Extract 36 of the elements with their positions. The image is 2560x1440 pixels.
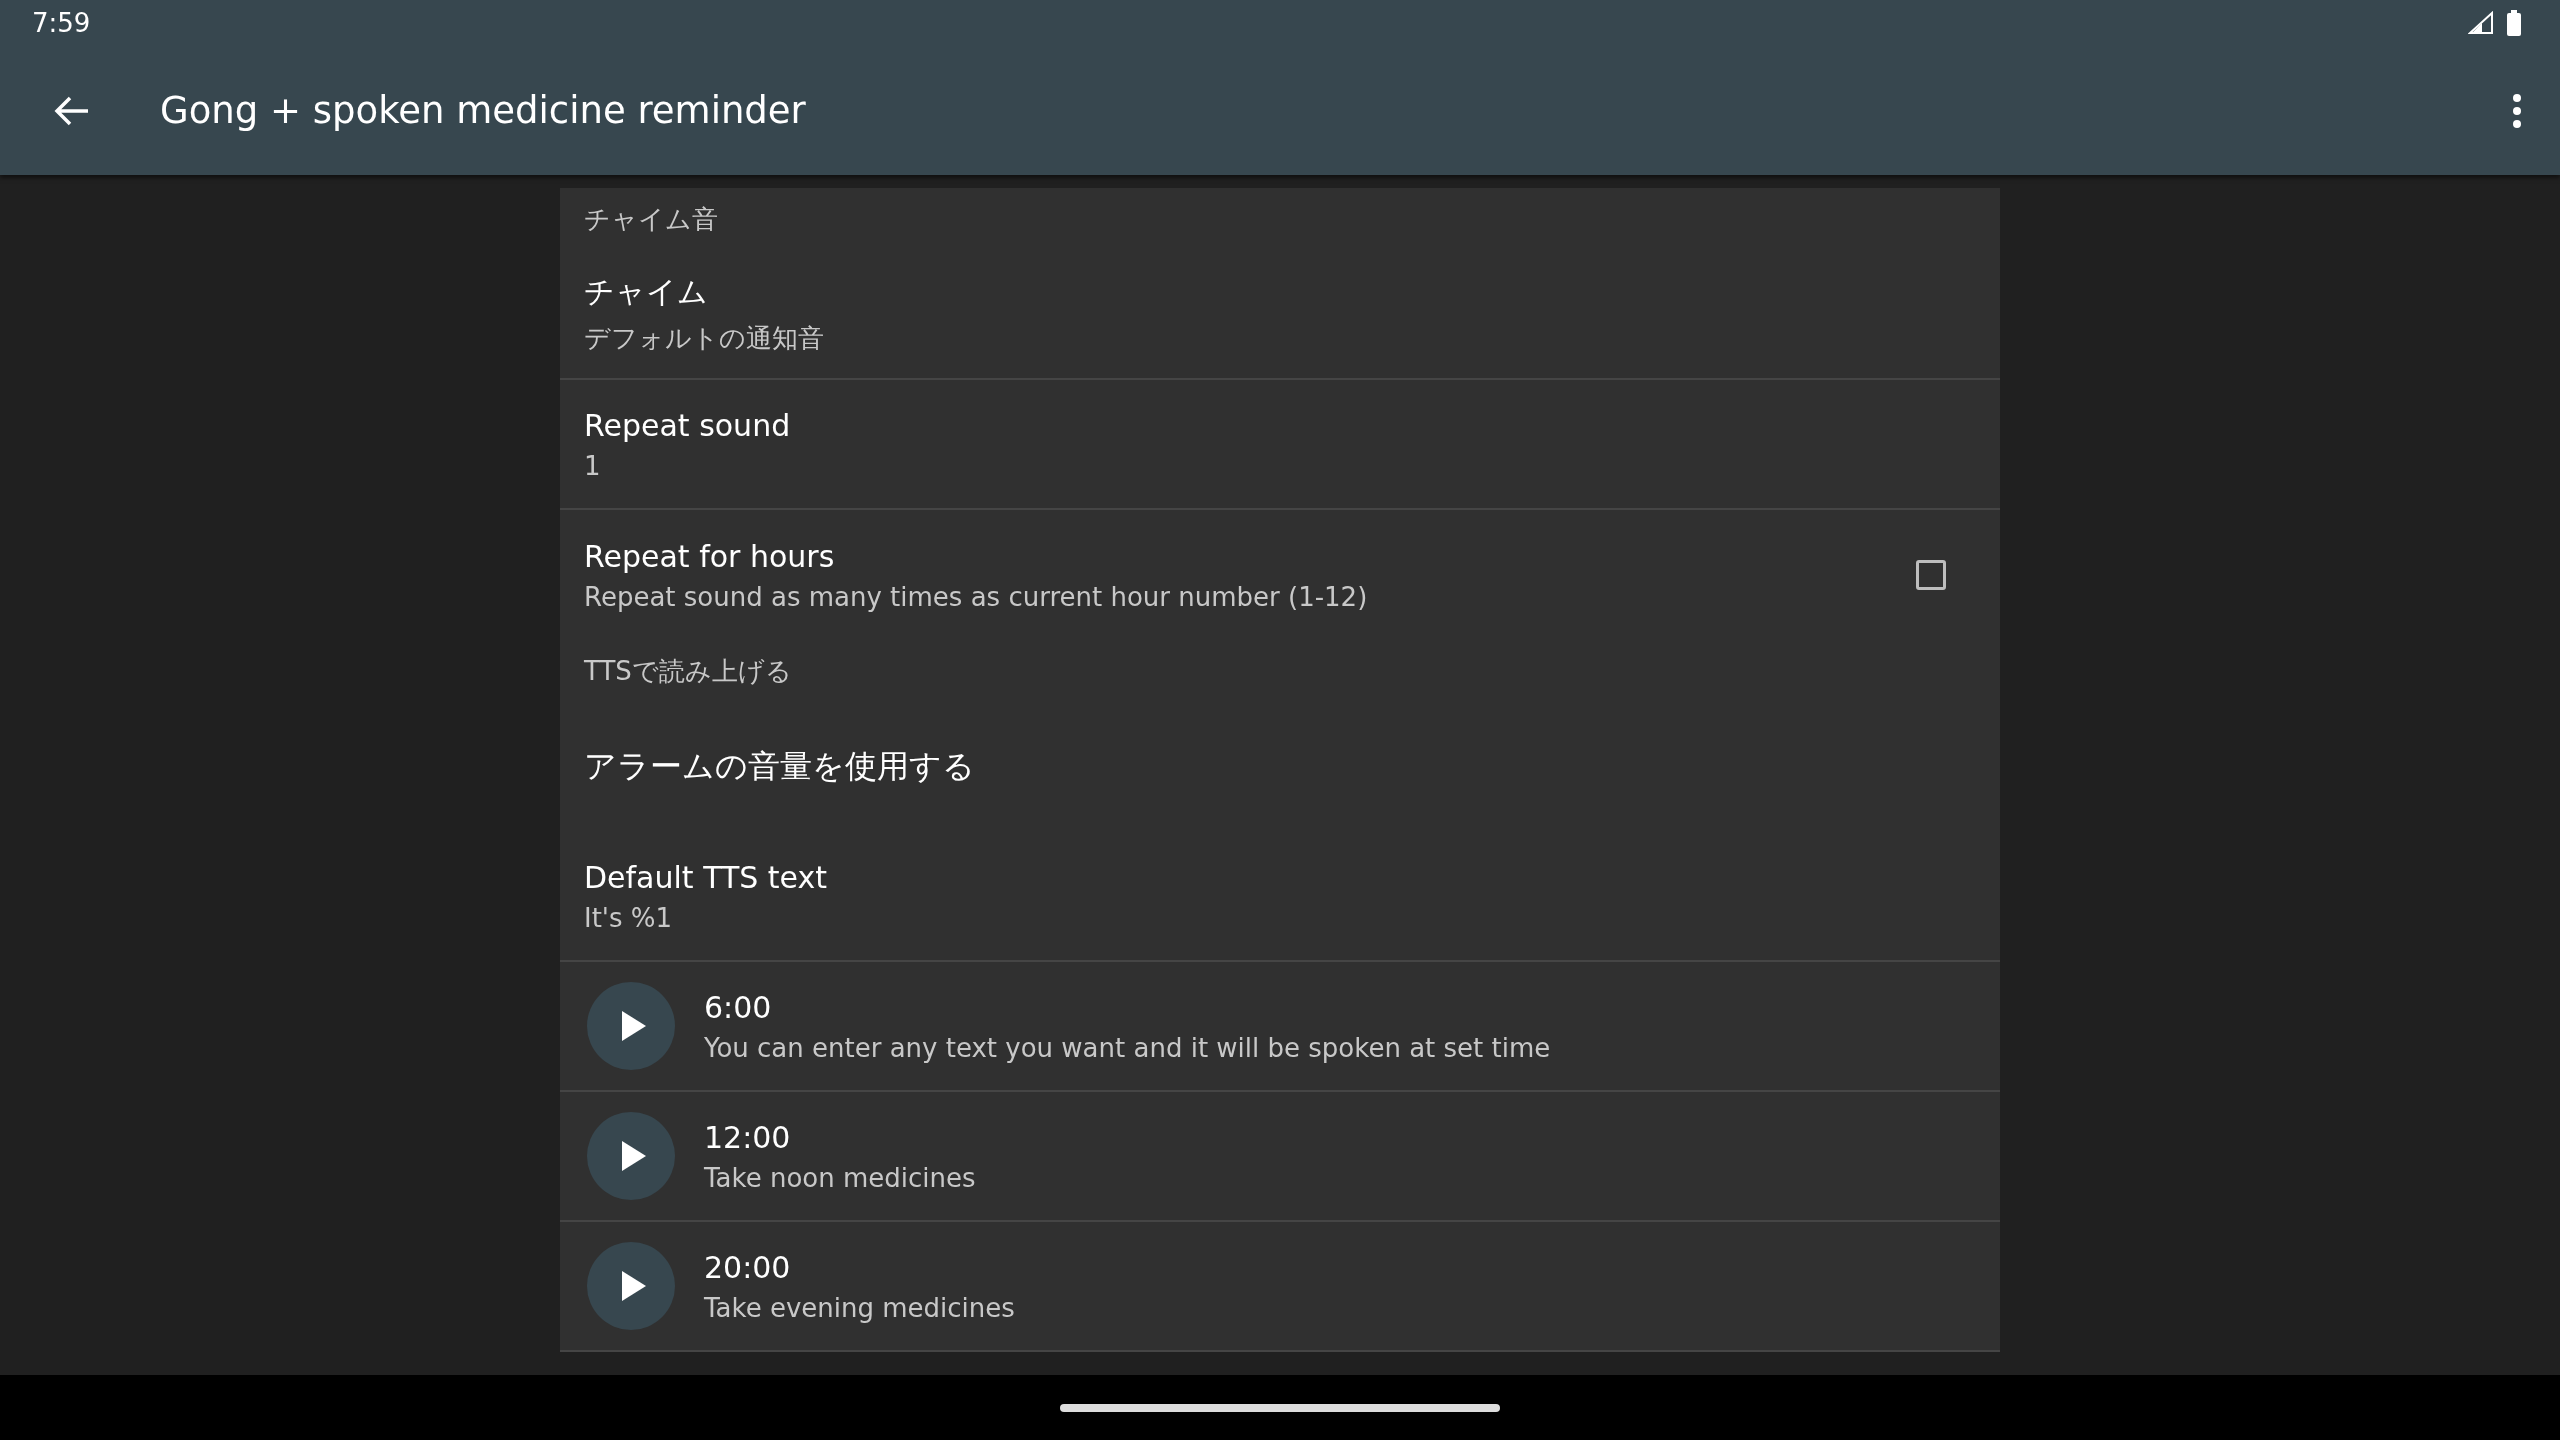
checkbox[interactable] — [1916, 560, 1946, 590]
preference-summary: Take evening medicines — [704, 1292, 1016, 1323]
preference-summary: デフォルトの通知音 — [584, 322, 825, 355]
preference-row[interactable]: Repeat for hours Repeat sound as many times as current hour number (1-12) — [560, 510, 2000, 640]
preference-row[interactable]: 6:00 You can enter any text you want and it will be spoken at set time — [560, 962, 2000, 1092]
preference-summary: You can enter any text you want and it will be spoken at set time — [704, 1032, 1552, 1063]
preference-title: Repeat for hours — [584, 538, 836, 574]
preference-summary: Repeat sound as many times as current hour number (1-12) — [584, 581, 1369, 612]
preference-title: アラームの音量を使用する — [584, 746, 976, 787]
preference-row[interactable]: 12:00 Take noon medicines — [560, 1092, 2000, 1222]
preference-summary: It's %1 — [584, 902, 674, 933]
preference-row[interactable]: チャイム デフォルトの通知音 — [560, 250, 2000, 380]
status-time: 7:59 — [32, 8, 91, 38]
preference-row[interactable]: Default TTS text It's %1 — [560, 832, 2000, 962]
back-arrow-icon[interactable] — [54, 94, 90, 127]
preference-title: チャイム — [584, 273, 709, 311]
preference-title: 12:00 — [704, 1119, 792, 1155]
section-header: TTSで読み上げる — [584, 656, 792, 686]
preference-row[interactable]: Repeat sound 1 — [560, 380, 2000, 510]
battery-icon — [2506, 10, 2522, 36]
home-handle[interactable] — [1060, 1403, 1500, 1412]
more-options-icon[interactable] — [2512, 92, 2522, 129]
preference-title: 6:00 — [704, 989, 773, 1025]
preference-title: Default TTS text — [584, 859, 829, 895]
preference-summary: 1 — [584, 450, 602, 481]
play-icon[interactable] — [586, 981, 676, 1071]
play-icon[interactable] — [586, 1111, 676, 1201]
signal-icon — [2468, 11, 2494, 35]
preference-row[interactable]: アラームの音量を使用する — [560, 702, 2000, 832]
preference-summary: Take noon medicines — [704, 1162, 977, 1193]
section-header: チャイム音 — [584, 204, 718, 234]
screen-title: Gong + spoken medicine reminder — [160, 89, 807, 132]
preference-title: 20:00 — [704, 1249, 792, 1285]
play-icon[interactable] — [586, 1241, 676, 1331]
preference-title: Repeat sound — [584, 407, 792, 443]
preference-row[interactable]: 20:00 Take evening medicines — [560, 1222, 2000, 1352]
